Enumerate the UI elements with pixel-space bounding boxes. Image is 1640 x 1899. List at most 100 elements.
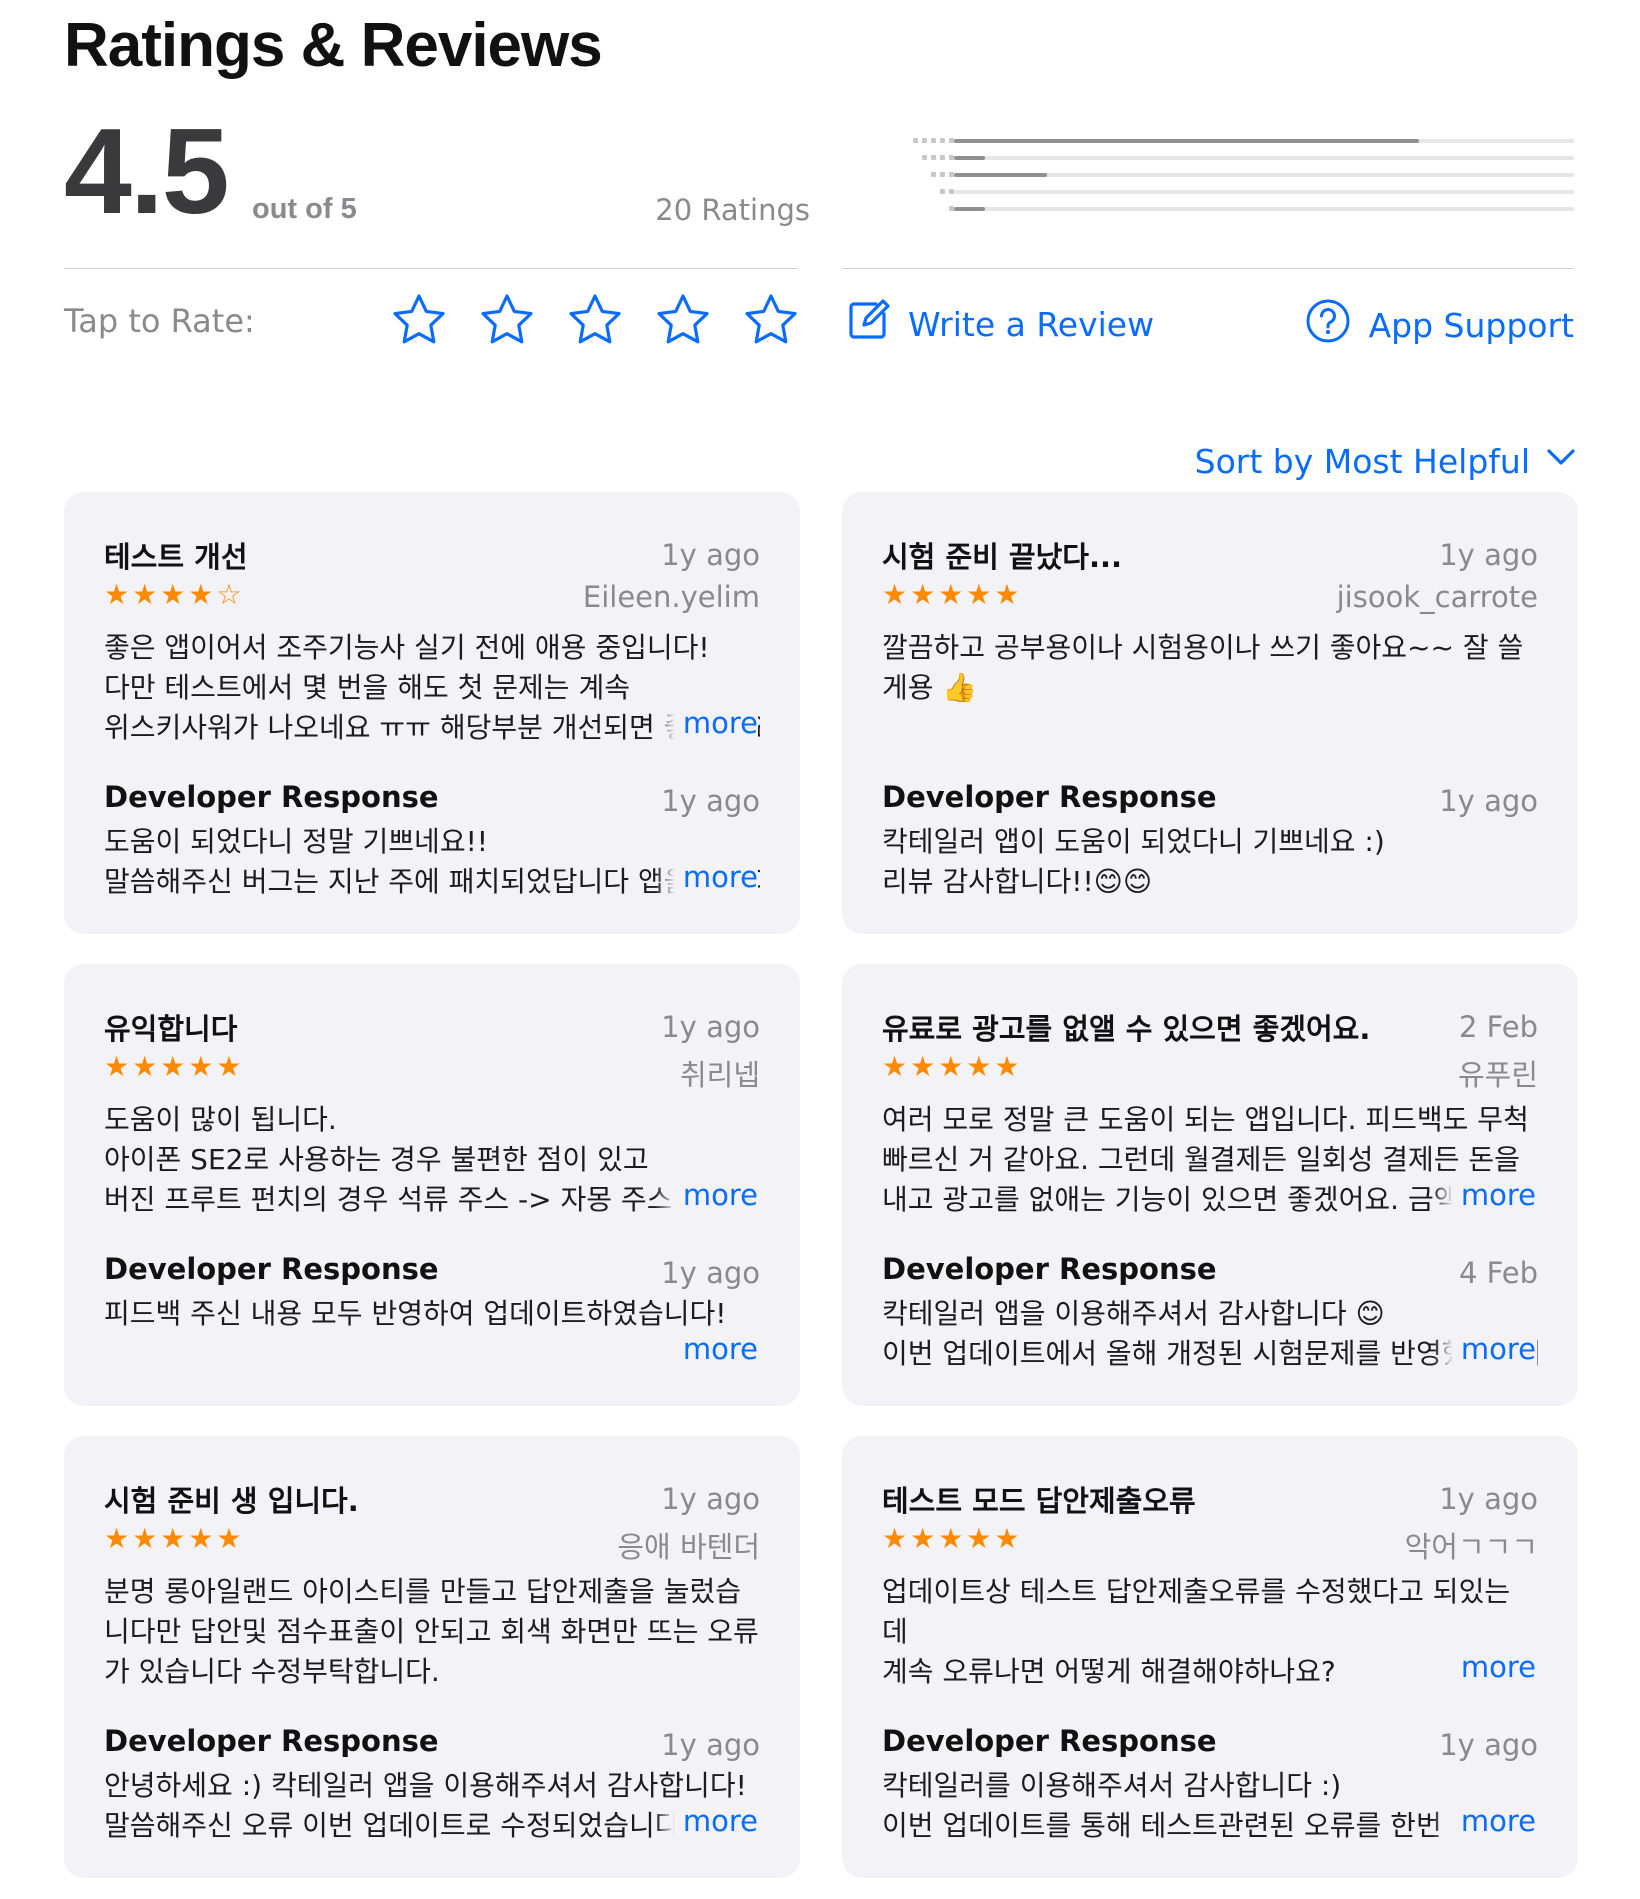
- sort-dropdown[interactable]: Sort by Most Helpful: [1195, 440, 1578, 482]
- review-card[interactable]: 테스트 모드 답안제출오류 1y ago ★★★★★ 악어ㄱㄱㄱ 업데이트상 테스트 답…: [842, 1436, 1578, 1878]
- histogram-row: [858, 172, 1574, 178]
- histogram-row: [858, 206, 1574, 212]
- review-date: 1y ago: [661, 538, 760, 572]
- question-circle-icon: [1305, 298, 1351, 352]
- review-title: 테스트 개선: [104, 540, 248, 574]
- review-more-link[interactable]: more: [1432, 1178, 1536, 1212]
- developer-response-line: 칵테일러 앱이 도움이 되었다니 기쁘네요 :): [882, 825, 1385, 858]
- developer-response-more-link[interactable]: more: [1432, 1332, 1536, 1366]
- histogram-track: [954, 207, 1574, 211]
- developer-response-line: 피드백 주신 내용 모두 반영하여 업데이트하였습니다!: [104, 1297, 727, 1330]
- histogram-track: [954, 173, 1574, 177]
- app-support-button[interactable]: App Support: [1305, 298, 1574, 352]
- review-body-line: 좋은 앱이어서 조주기능사 실기 전에 애용 중입니다!: [104, 631, 710, 664]
- developer-response-more-link[interactable]: more: [1432, 1804, 1536, 1838]
- developer-response-label: Developer Response: [882, 1252, 1217, 1286]
- review-body: 깔끔하고 공부용이나 시험용이나 쓰기 좋아요~~ 잘 쓸게용 👍: [882, 628, 1538, 748]
- review-date: 1y ago: [661, 1482, 760, 1516]
- review-body-line: 데: [882, 1615, 908, 1648]
- review-card[interactable]: 테스트 개선 1y ago ★★★★☆ Eileen.yelim 좋은 앱이어서 조주기…: [64, 492, 800, 934]
- review-author: 응애 바텐더: [617, 1530, 760, 1564]
- rate-star-3[interactable]: [566, 292, 624, 350]
- rate-star-1[interactable]: [390, 292, 448, 350]
- developer-response-date: 1y ago: [661, 784, 760, 818]
- developer-response-label: Developer Response: [104, 1252, 439, 1286]
- review-star-rating: ★★★★★: [882, 1050, 1023, 1083]
- histogram-fill: [954, 139, 1419, 143]
- review-card[interactable]: 유익합니다 1y ago ★★★★★ 취리넵도움이 많이 됩니다. 아이폰 SE2로 사…: [64, 964, 800, 1406]
- developer-response-body: 칵테일러 앱이 도움이 되었다니 기쁘네요 :) 리뷰 감사합니다!!😊😊: [882, 822, 1538, 902]
- write-review-button[interactable]: Write a Review: [846, 298, 1154, 350]
- histogram-star-count: [858, 172, 954, 178]
- developer-response-date: 1y ago: [1439, 1728, 1538, 1762]
- histogram-row: [858, 155, 1574, 161]
- review-body-line: 니다만 답안및 점수표출이 안되고 회색 화면만 뜨는 오류: [104, 1615, 759, 1648]
- review-author: 취리넵: [679, 1058, 760, 1092]
- histogram-star-count: [858, 206, 954, 212]
- review-date: 1y ago: [1439, 538, 1538, 572]
- review-more-link[interactable]: more: [1432, 1650, 1536, 1684]
- review-author: 악어ㄱㄱㄱ: [1404, 1530, 1538, 1564]
- review-date: 2 Feb: [1458, 1010, 1538, 1044]
- review-title: 유익합니다: [104, 1012, 238, 1046]
- tap-to-rate-label: Tap to Rate:: [64, 302, 255, 340]
- app-support-label: App Support: [1368, 305, 1574, 345]
- review-star-rating: ★★★★★: [882, 1522, 1023, 1555]
- rate-star-4[interactable]: [654, 292, 712, 350]
- developer-response-date: 1y ago: [1439, 784, 1538, 818]
- histogram-row: [858, 189, 1574, 195]
- histogram-star-count: [858, 155, 954, 161]
- histogram-fill: [954, 156, 985, 160]
- section-title: Ratings & Reviews: [64, 11, 603, 80]
- review-star-rating: ★★★★★: [104, 1522, 245, 1555]
- review-star-rating: ★★★★★: [104, 1050, 245, 1083]
- review-body-line: 업데이트상 테스트 답안제출오류를 수정했다고 되있는: [882, 1575, 1511, 1608]
- review-author: jisook_carrote: [1336, 580, 1538, 614]
- developer-response-more-link[interactable]: more: [654, 1332, 758, 1366]
- developer-response-label: Developer Response: [882, 780, 1217, 814]
- developer-response-label: Developer Response: [104, 780, 439, 814]
- review-title: 테스트 모드 답안제출오류: [882, 1484, 1196, 1518]
- review-star-rating: ★★★★★: [882, 578, 1023, 611]
- developer-response-date: 1y ago: [661, 1256, 760, 1290]
- review-more-link[interactable]: more: [654, 706, 758, 740]
- developer-response-line: 리뷰 감사합니다!!😊😊: [882, 865, 1153, 898]
- compose-icon: [846, 298, 890, 350]
- review-title: 시험 준비 끝났다...: [882, 540, 1123, 574]
- developer-response-more-link[interactable]: more: [654, 1804, 758, 1838]
- review-body-line: 아이폰 SE2로 사용하는 경우 불편한 점이 있고: [104, 1143, 649, 1176]
- developer-response-line: 칵테일러 앱을 이용해주셔서 감사합니다 😊: [882, 1297, 1385, 1330]
- review-author: Eileen.yelim: [582, 580, 760, 614]
- developer-response-date: 4 Feb: [1458, 1256, 1538, 1290]
- review-body-line: 깔끔하고 공부용이나 시험용이나 쓰기 좋아요~~ 잘 쓸: [882, 631, 1524, 664]
- developer-response-date: 1y ago: [661, 1728, 760, 1762]
- review-body-line: 다만 테스트에서 몇 번을 해도 첫 문제는 계속: [104, 671, 630, 704]
- histogram-star-count: [858, 189, 954, 195]
- histogram-fill: [954, 173, 1047, 177]
- review-body: 분명 롱아일랜드 아이스티를 만들고 답안제출을 눌렀습니다만 답안및 점수표출…: [104, 1572, 760, 1692]
- review-date: 1y ago: [661, 1010, 760, 1044]
- review-body-line: 게용 👍: [882, 671, 978, 704]
- review-more-link[interactable]: more: [654, 1178, 758, 1212]
- review-body-line: 도움이 많이 됩니다.: [104, 1103, 337, 1136]
- histogram-star-count: [858, 138, 954, 144]
- review-card[interactable]: 시험 준비 생 입니다. 1y ago ★★★★★ 응애 바텐더분명 롱아일랜드 아이…: [64, 1436, 800, 1878]
- review-title: 시험 준비 생 입니다.: [104, 1484, 359, 1518]
- developer-response-line: 안녕하세요 :) 칵테일러 앱을 이용해주셔서 감사합니다!: [104, 1769, 747, 1802]
- developer-response-label: Developer Response: [882, 1724, 1217, 1758]
- developer-response-more-link[interactable]: more: [654, 860, 758, 894]
- histogram-track: [954, 139, 1574, 143]
- review-body-line: 여러 모로 정말 큰 도움이 되는 앱입니다. 피드백도 무척: [882, 1103, 1529, 1136]
- review-author: 유푸린: [1457, 1058, 1538, 1092]
- histogram-track: [954, 190, 1574, 194]
- review-card[interactable]: 시험 준비 끝났다... 1y ago ★★★★★ jisook_carrote 깔끔하…: [842, 492, 1578, 934]
- rate-star-5[interactable]: [742, 292, 800, 350]
- review-body-line: 분명 롱아일랜드 아이스티를 만들고 답안제출을 눌렀습: [104, 1575, 741, 1608]
- review-body-line: 빠르신 거 같아요. 그런데 월결제든 일회성 결제든 돈을: [882, 1143, 1520, 1176]
- rate-star-2[interactable]: [478, 292, 536, 350]
- average-rating: 4.5: [64, 103, 230, 239]
- write-review-label: Write a Review: [908, 304, 1155, 344]
- review-body-line: 가 있습니다 수정부탁합니다.: [104, 1655, 440, 1688]
- developer-response-line: 칵테일러를 이용해주셔서 감사합니다 :): [882, 1769, 1342, 1802]
- review-card[interactable]: 유료로 광고를 없앨 수 있으면 좋겠어요. 2 Feb ★★★★★ 유푸린 여러 모로…: [842, 964, 1578, 1406]
